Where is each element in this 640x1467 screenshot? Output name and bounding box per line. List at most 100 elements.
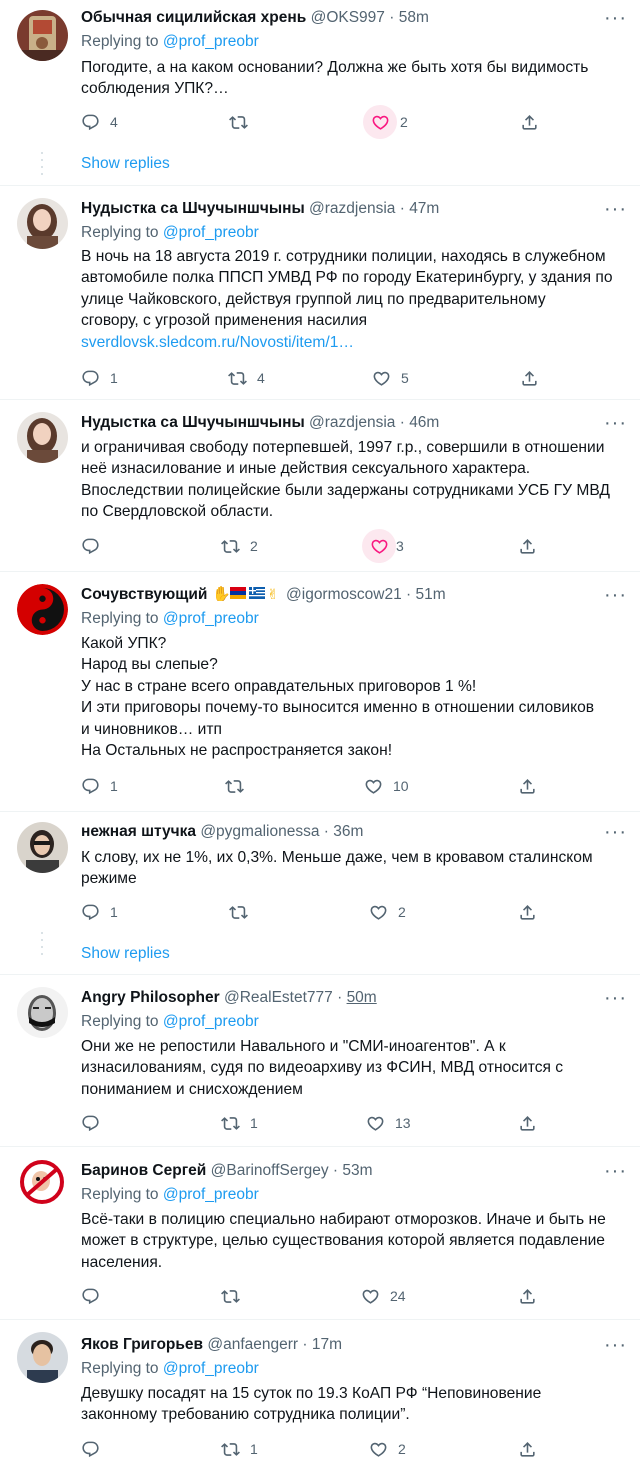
avatar[interactable] — [17, 1157, 68, 1208]
share-button[interactable] — [518, 900, 537, 924]
retweet-button[interactable]: 1 — [221, 1111, 258, 1135]
author-name[interactable]: нежная штучка — [81, 823, 196, 840]
like-button[interactable]: 10 — [364, 774, 409, 798]
avatar[interactable] — [17, 822, 68, 873]
author-handle[interactable]: @anfaengerr — [207, 1336, 298, 1353]
retweet-button[interactable] — [229, 900, 248, 924]
timestamp[interactable]: 47m — [409, 200, 439, 217]
tweet-actions: 1 10 — [81, 774, 551, 798]
author-handle[interactable]: @pygmalionessa — [200, 823, 319, 840]
reply-button[interactable]: 4 — [81, 110, 118, 134]
like-button[interactable]: 5 — [372, 366, 409, 390]
like-button[interactable]: 2 — [369, 900, 406, 924]
reply-button[interactable] — [81, 1437, 100, 1461]
more-options-icon[interactable]: ··· — [604, 585, 626, 607]
author-name[interactable]: Нудыстка са Шчучыншчыны — [81, 200, 305, 217]
reply-button[interactable] — [81, 534, 100, 558]
author-name[interactable]: Обычная сицилийская хрень — [81, 9, 306, 26]
share-button[interactable] — [520, 366, 539, 390]
share-button[interactable] — [518, 1111, 537, 1135]
avatar[interactable] — [17, 1332, 68, 1383]
avatar[interactable] — [17, 584, 68, 635]
retweet-button[interactable] — [229, 110, 248, 134]
reply-count: 1 — [110, 904, 118, 920]
mention-link[interactable]: @prof_preobr — [163, 1013, 259, 1030]
reply-button[interactable] — [81, 1111, 100, 1135]
mention-link[interactable]: @prof_preobr — [163, 1360, 259, 1377]
reply-icon — [81, 1287, 100, 1306]
timestamp[interactable]: 58m — [399, 9, 429, 26]
author-handle[interactable]: @RealEstet777 — [224, 989, 333, 1006]
avatar[interactable] — [17, 987, 68, 1038]
more-options-icon[interactable]: ··· — [604, 1335, 626, 1357]
author-handle[interactable]: @razdjensia — [309, 414, 395, 431]
tweet[interactable]: нежная штучка @pygmalionessa · 36m ··· К… — [0, 812, 640, 940]
author-name[interactable]: Яков Григорьев — [81, 1336, 203, 1353]
like-button[interactable]: 3 — [362, 529, 404, 563]
retweet-button[interactable]: 1 — [221, 1437, 258, 1461]
more-options-icon[interactable]: ··· — [604, 413, 626, 435]
author-name[interactable]: Angry Philosopher — [81, 989, 220, 1006]
retweet-button[interactable]: 2 — [221, 534, 258, 558]
mention-link[interactable]: @prof_preobr — [163, 224, 259, 241]
heart-icon — [369, 903, 388, 922]
tweet[interactable]: Нудыстка са Шчучыншчыны @razdjensia · 46… — [0, 400, 640, 570]
more-options-icon[interactable]: ··· — [604, 199, 626, 221]
avatar[interactable] — [17, 10, 68, 61]
tweet[interactable]: Сочувствующий ✋ ✌ @igormoscow21 · 51m ··… — [0, 572, 640, 810]
share-button[interactable] — [518, 774, 537, 798]
reply-button[interactable]: 1 — [81, 774, 118, 798]
timestamp[interactable]: 36m — [333, 823, 363, 840]
tweet[interactable]: Баринов Сергей @BarinoffSergey · 53m ···… — [0, 1147, 640, 1317]
more-options-icon[interactable]: ··· — [604, 1161, 626, 1183]
author-handle[interactable]: @OKS997 — [311, 9, 385, 26]
like-button[interactable]: 2 — [363, 105, 408, 139]
like-button[interactable]: 13 — [366, 1111, 411, 1135]
author-handle[interactable]: @razdjensia — [309, 200, 395, 217]
more-options-icon[interactable]: ··· — [604, 988, 626, 1010]
timestamp[interactable]: 50m — [347, 989, 377, 1006]
retweet-button[interactable] — [225, 774, 244, 798]
reply-button[interactable] — [81, 1284, 100, 1308]
tweet[interactable]: Нудыстка са Шчучыншчыны @razdjensia · 47… — [0, 186, 640, 398]
share-icon — [518, 777, 537, 796]
external-link[interactable]: sverdlovsk.sledcom.ru/Novosti/item/1… — [81, 334, 354, 351]
like-button[interactable]: 24 — [361, 1284, 406, 1308]
like-count: 13 — [395, 1115, 411, 1131]
reply-icon — [81, 369, 100, 388]
mention-link[interactable]: @prof_preobr — [163, 33, 259, 50]
reply-button[interactable]: 1 — [81, 900, 118, 924]
show-replies-link[interactable]: Show replies — [81, 943, 170, 965]
retweet-icon — [228, 369, 247, 388]
timestamp[interactable]: 46m — [409, 414, 439, 431]
retweet-button[interactable]: 4 — [228, 366, 265, 390]
share-button[interactable] — [518, 1284, 537, 1308]
retweet-button[interactable] — [221, 1284, 240, 1308]
avatar[interactable] — [17, 412, 68, 463]
replying-to-prefix: Replying to — [81, 33, 163, 50]
share-button[interactable] — [518, 1437, 537, 1461]
mention-link[interactable]: @prof_preobr — [163, 610, 259, 627]
replying-to: Replying to @prof_preobr — [81, 1358, 259, 1380]
tweet[interactable]: Обычная сицилийская хрень @OKS997 · 58m … — [0, 0, 640, 150]
author-name[interactable]: Нудыстка са Шчучыншчыны — [81, 414, 305, 431]
avatar[interactable] — [17, 198, 68, 249]
mention-link[interactable]: @prof_preobr — [163, 1186, 259, 1203]
author-handle[interactable]: @BarinoffSergey — [211, 1162, 329, 1179]
tweet[interactable]: Яков Григорьев @anfaengerr · 17m ··· Rep… — [0, 1320, 640, 1467]
reply-button[interactable]: 1 — [81, 366, 118, 390]
tweet[interactable]: Angry Philosopher @RealEstet777 · 50m ··… — [0, 975, 640, 1145]
timestamp[interactable]: 53m — [342, 1162, 372, 1179]
timestamp[interactable]: 17m — [312, 1336, 342, 1353]
more-options-icon[interactable]: ··· — [604, 8, 626, 30]
author-name[interactable]: Сочувствующий — [81, 586, 207, 603]
timestamp[interactable]: 51m — [415, 586, 445, 603]
share-button[interactable] — [518, 534, 537, 558]
more-options-icon[interactable]: ··· — [604, 822, 626, 844]
show-replies-link[interactable]: Show replies — [81, 153, 170, 175]
reply-icon — [81, 1440, 100, 1459]
like-button[interactable]: 2 — [369, 1437, 406, 1461]
author-name[interactable]: Баринов Сергей — [81, 1162, 206, 1179]
share-button[interactable] — [520, 110, 539, 134]
author-handle[interactable]: @igormoscow21 — [286, 586, 402, 603]
